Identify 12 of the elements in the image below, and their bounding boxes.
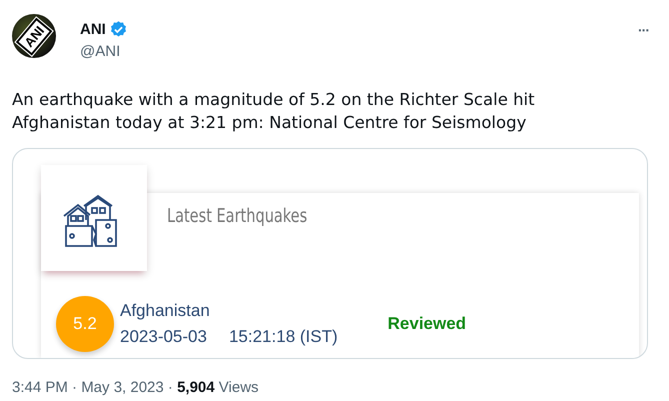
more-button[interactable]: ··· xyxy=(638,22,649,38)
media-card[interactable]: Latest Earthquakes 5.2 Afghanistan 2023-05-03 15:21:18 (IST) Reviewed xyxy=(12,148,648,359)
tweet-text: An earthquake with a magnitude of 5.2 on the Richter Scale hit Afghanistan today at 3:21 pm: National Centre for Seismology xyxy=(12,89,536,134)
timestamp-views: 3:44 PM · May 3, 2023 · 5,904 Views xyxy=(12,379,260,396)
author-name[interactable]: ANI xyxy=(80,21,106,38)
magnitude-badge: 5.2 xyxy=(56,296,114,352)
time-text: 15:21:18 (IST) xyxy=(228,327,338,347)
author-handle[interactable]: @ANI xyxy=(80,43,128,60)
status-text: Reviewed xyxy=(388,314,466,334)
date-text: 2023-05-03 xyxy=(120,327,207,347)
panel-title: Latest Earthquakes xyxy=(167,205,308,227)
region-text: Afghanistan xyxy=(120,301,211,321)
